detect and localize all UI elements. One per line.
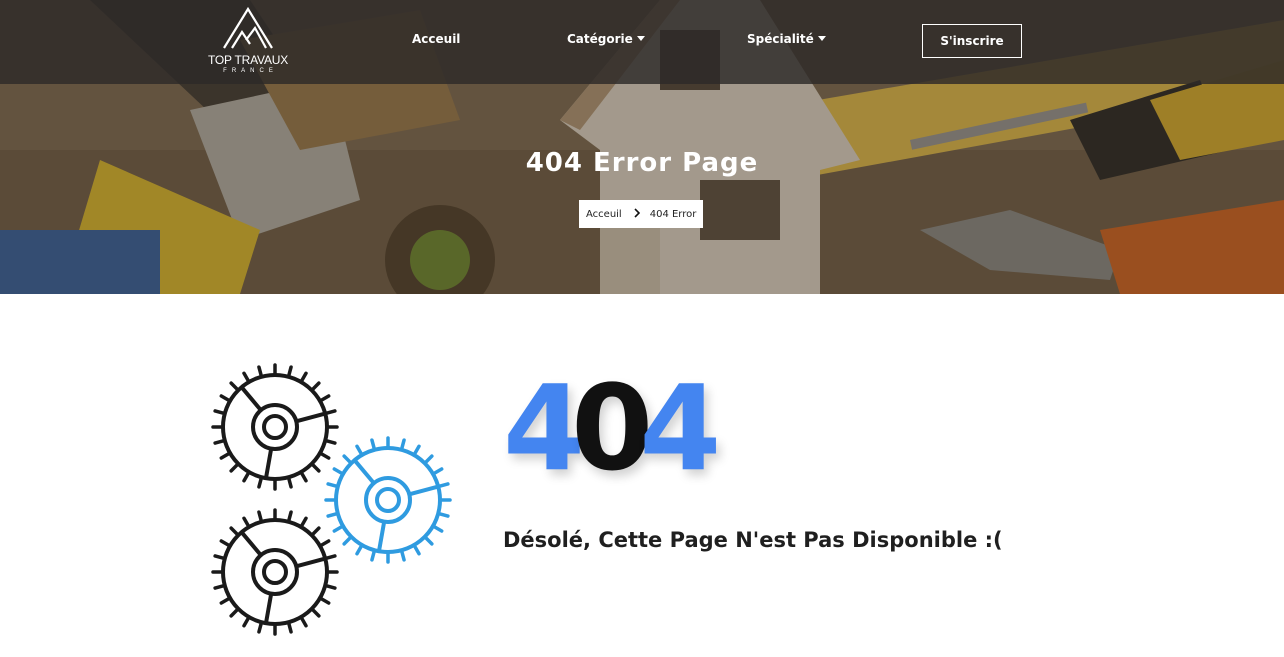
nav-item-label: Spécialité <box>747 32 814 46</box>
error-code-digit: 0 <box>571 359 653 497</box>
breadcrumb-current: 404 Error <box>649 208 697 220</box>
caret-down-icon <box>817 36 826 41</box>
error-code-digit: 4 <box>639 359 721 497</box>
logo-subtitle: FRANCE <box>223 68 278 74</box>
chevron-right-icon <box>634 207 640 221</box>
breadcrumb: Acceuil 404 Error <box>579 200 703 228</box>
hero-banner: TOP TRAVAUX FRANCE Acceuil Catégorie Spé… <box>0 0 1284 294</box>
error-code: 404 <box>503 368 721 488</box>
page-title: 404 Error Page <box>525 148 759 178</box>
nav-item-label: Catégorie <box>567 32 633 46</box>
logo-title: TOP TRAVAUX <box>207 53 289 67</box>
nav-item-categorie[interactable]: Catégorie <box>567 32 645 46</box>
gears-illustration <box>211 363 452 636</box>
site-logo[interactable]: TOP TRAVAUX FRANCE <box>204 6 292 78</box>
error-message: Désolé, Cette Page N'est Pas Disponible … <box>503 528 1003 552</box>
logo-mountain-icon <box>223 6 273 49</box>
gear-icon <box>324 436 452 564</box>
nav-item-specialite[interactable]: Spécialité <box>747 32 826 46</box>
error-code-digit: 4 <box>503 359 585 497</box>
gear-icon <box>211 363 339 491</box>
gear-icon <box>211 508 339 636</box>
nav-item-acceuil[interactable]: Acceuil <box>412 32 460 46</box>
signup-button[interactable]: S'inscrire <box>922 24 1022 58</box>
caret-down-icon <box>636 36 645 41</box>
breadcrumb-home-link[interactable]: Acceuil <box>586 209 622 220</box>
navbar: TOP TRAVAUX FRANCE Acceuil Catégorie Spé… <box>0 0 1284 84</box>
nav-item-label: Acceuil <box>412 32 461 46</box>
